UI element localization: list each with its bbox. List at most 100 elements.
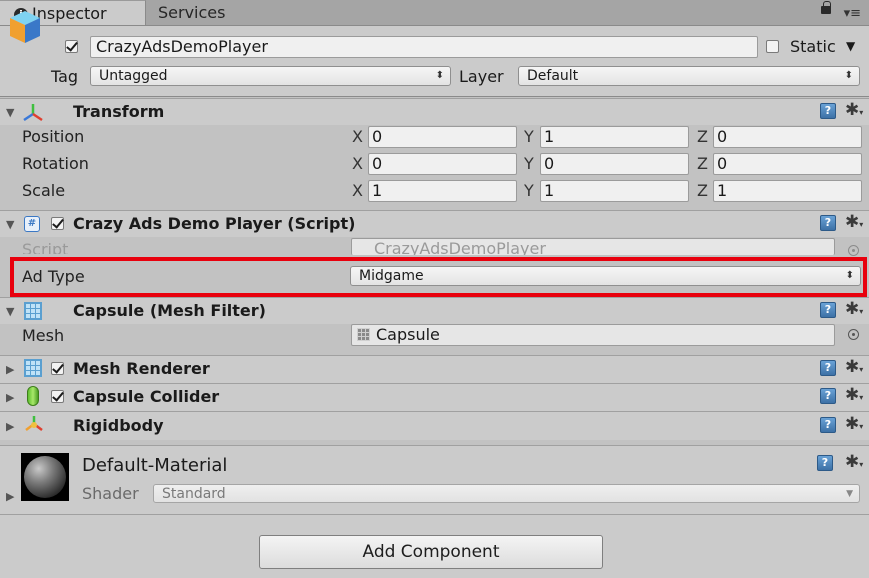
gameobject-cube-icon [10, 11, 40, 43]
position-z-field[interactable]: 0 [713, 126, 862, 148]
transform-axes-icon [23, 104, 43, 122]
help-icon[interactable]: ? [820, 388, 836, 404]
script-label: Script [22, 240, 69, 254]
gear-icon[interactable]: ✱▾ [845, 214, 863, 233]
help-icon[interactable]: ? [820, 103, 836, 119]
tag-dropdown[interactable]: Untagged ⬍ [90, 66, 451, 86]
mesh-label: Mesh [22, 326, 65, 345]
axis-x-label: X [352, 127, 363, 146]
gear-icon[interactable]: ✱▾ [845, 301, 863, 320]
gear-caret-icon: ▾ [859, 365, 864, 374]
dropdown-arrow-icon: ⬍ [844, 70, 853, 81]
tab-inspector-label: Inspector [32, 4, 107, 23]
gear-glyph: ✱ [845, 100, 860, 120]
transform-title: Transform [73, 102, 165, 121]
csharp-script-icon: # [24, 216, 40, 232]
layer-value: Default [527, 68, 579, 84]
script-object-field: CrazyAdsDemoPlayer [351, 238, 835, 255]
gear-caret-icon: ▾ [859, 422, 864, 431]
axis-y-label: Y [524, 181, 534, 200]
add-component-button[interactable]: Add Component [259, 535, 603, 569]
scale-label: Scale [22, 181, 66, 200]
capsule-collider-enabled-checkbox[interactable] [51, 390, 64, 403]
capsule-collider-title: Capsule Collider [73, 387, 220, 406]
highlight-box [10, 257, 867, 297]
fold-open-icon[interactable]: ▼ [6, 106, 14, 119]
axis-z-label: Z [697, 181, 708, 200]
position-label: Position [22, 127, 85, 146]
fold-open-icon[interactable]: ▼ [6, 305, 14, 318]
object-picker-icon[interactable] [848, 329, 859, 340]
dropdown-arrow-icon: ⬍ [435, 70, 444, 81]
capsule-collider-icon [27, 386, 39, 406]
tab-services-label: Services [158, 3, 226, 22]
rotation-x-field[interactable]: 0 [368, 153, 517, 175]
rotation-z-field[interactable]: 0 [713, 153, 862, 175]
layer-label: Layer [459, 67, 504, 86]
active-checkbox[interactable] [65, 40, 78, 53]
axis-x-label: X [352, 181, 363, 200]
gear-glyph: ✱ [845, 357, 860, 377]
axis-x-label: X [352, 154, 363, 173]
gear-glyph: ✱ [845, 452, 860, 472]
fold-open-icon[interactable]: ▼ [6, 218, 14, 231]
mesh-object-field[interactable]: Capsule [351, 324, 835, 346]
gear-glyph: ✱ [845, 299, 860, 319]
mesh-renderer-enabled-checkbox[interactable] [51, 362, 64, 375]
static-label: Static [790, 37, 836, 56]
static-checkbox[interactable] [766, 40, 779, 53]
help-icon[interactable]: ? [820, 417, 836, 433]
position-x-field[interactable]: 0 [368, 126, 517, 148]
scale-y-field[interactable]: 1 [540, 180, 689, 202]
static-dropdown-arrow[interactable]: ▼ [846, 39, 855, 53]
help-icon[interactable]: ? [820, 302, 836, 318]
menu-icon[interactable]: ▾≡ [844, 7, 861, 20]
fold-closed-icon[interactable]: ▶ [6, 420, 14, 433]
position-y-field[interactable]: 1 [540, 126, 689, 148]
script-enabled-checkbox[interactable] [51, 217, 64, 230]
material-preview-sphere [21, 453, 69, 501]
fold-closed-icon[interactable]: ▶ [6, 490, 14, 503]
gear-icon[interactable]: ✱▾ [845, 416, 863, 435]
tag-label: Tag [51, 67, 79, 86]
mesh-asset-icon [357, 328, 370, 341]
layer-dropdown[interactable]: Default ⬍ [518, 66, 860, 86]
shader-dropdown[interactable]: Standard ▼ [153, 484, 860, 503]
axis-z-label: Z [697, 154, 708, 173]
gear-caret-icon: ▾ [859, 307, 864, 316]
script-component-title: Crazy Ads Demo Player (Script) [73, 214, 356, 233]
gear-glyph: ✱ [845, 385, 860, 405]
axis-y-label: Y [524, 154, 534, 173]
mesh-filter-icon [24, 302, 42, 320]
lock-icon[interactable] [821, 1, 831, 14]
gear-icon[interactable]: ✱▾ [845, 454, 863, 473]
tab-services[interactable]: Services [146, 0, 266, 25]
gear-caret-icon: ▾ [859, 393, 864, 402]
fold-closed-icon[interactable]: ▶ [6, 391, 14, 404]
rigidbody-icon [25, 416, 43, 431]
rotation-y-field[interactable]: 0 [540, 153, 689, 175]
mesh-renderer-icon [24, 359, 42, 377]
fold-closed-icon[interactable]: ▶ [6, 363, 14, 376]
object-picker-icon [848, 245, 859, 256]
axis-z-label: Z [697, 127, 708, 146]
gear-glyph: ✱ [845, 212, 860, 232]
gear-icon[interactable]: ✱▾ [845, 102, 863, 121]
gear-caret-icon: ▾ [859, 108, 864, 117]
object-name-field[interactable]: CrazyAdsDemoPlayer [90, 36, 758, 58]
help-icon[interactable]: ? [820, 215, 836, 231]
help-icon[interactable]: ? [820, 360, 836, 376]
tag-value: Untagged [99, 68, 168, 84]
chevron-down-icon: ▼ [846, 489, 853, 499]
scale-x-field[interactable]: 1 [368, 180, 517, 202]
mesh-filter-title: Capsule (Mesh Filter) [73, 301, 266, 320]
gear-icon[interactable]: ✱▾ [845, 387, 863, 406]
gear-icon[interactable]: ✱▾ [845, 359, 863, 378]
axis-y-label: Y [524, 127, 534, 146]
rigidbody-title: Rigidbody [73, 416, 164, 435]
material-name: Default-Material [82, 455, 228, 476]
mesh-renderer-title: Mesh Renderer [73, 359, 210, 378]
shader-label: Shader [82, 484, 139, 503]
scale-z-field[interactable]: 1 [713, 180, 862, 202]
help-icon[interactable]: ? [817, 455, 833, 471]
